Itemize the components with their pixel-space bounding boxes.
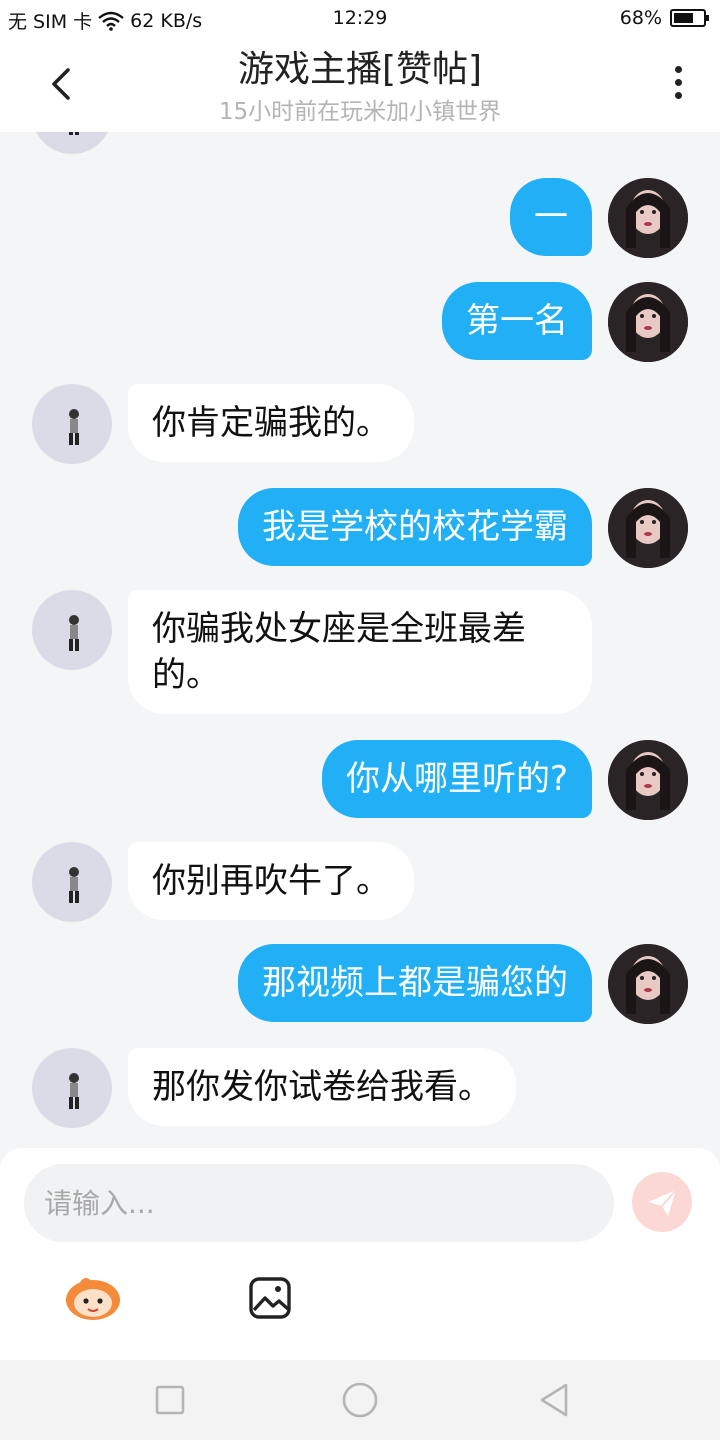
partial-message [0,132,720,154]
status-right: 68% [619,7,709,29]
avatar-me[interactable] [608,178,688,258]
square-icon[interactable] [150,1380,190,1420]
send-icon [648,1189,677,1216]
circle-icon[interactable] [340,1380,380,1420]
avatar-me[interactable] [608,488,688,568]
send-button[interactable] [632,1172,692,1232]
avatar-other[interactable] [32,384,112,464]
avatar-me[interactable] [608,282,688,362]
battery-percent: 68% [619,7,662,29]
message-bubble-me[interactable]: 第一名 [442,282,592,360]
message-bubble-me[interactable]: 你从哪里听的? [321,740,592,818]
message-list[interactable]: 一 第一名 你肯定骗我的。 我是学校的校花学霸 你骗我处女座是全班最差的。 你从… [0,132,720,1148]
triangle-back-icon[interactable] [534,1380,574,1420]
battery-icon [670,9,709,27]
status-time: 12:29 [332,7,388,29]
system-nav-bar [0,1360,720,1440]
input-area [0,1148,720,1360]
emoji-mascot-icon[interactable] [62,1272,124,1322]
message-bubble-other[interactable]: 那你发你试卷给我看。 [128,1048,516,1126]
message-bubble-me[interactable]: 我是学校的校花学霸 [238,488,592,566]
message-bubble-other[interactable]: 你别再吹牛了。 [128,842,414,920]
chat-subtitle: 15小时前在玩米加小镇世界 [218,99,502,125]
chat-header: 游戏主播[赞帖] 15小时前在玩米加小镇世界 [0,36,720,132]
chat-title: 游戏主播[赞帖] [237,49,483,90]
avatar-me[interactable] [608,740,688,820]
avatar-other [32,132,112,154]
avatar-other[interactable] [32,842,112,922]
message-bubble-other[interactable]: 你骗我处女座是全班最差的。 [128,590,592,714]
message-bubble-other[interactable]: 你肯定骗我的。 [128,384,414,462]
message-bubble-me[interactable]: 那视频上都是骗您的 [238,944,592,1022]
status-bar: 无 SIM 卡 62 KB/s 12:29 68% [0,0,720,36]
avatar-me[interactable] [608,944,688,1024]
message-input[interactable] [24,1164,614,1242]
image-icon[interactable] [248,1276,292,1320]
more-vertical-icon[interactable] [670,66,686,106]
avatar-other[interactable] [32,1048,112,1128]
message-bubble-me[interactable]: 一 [510,178,592,256]
avatar-other[interactable] [32,590,112,670]
